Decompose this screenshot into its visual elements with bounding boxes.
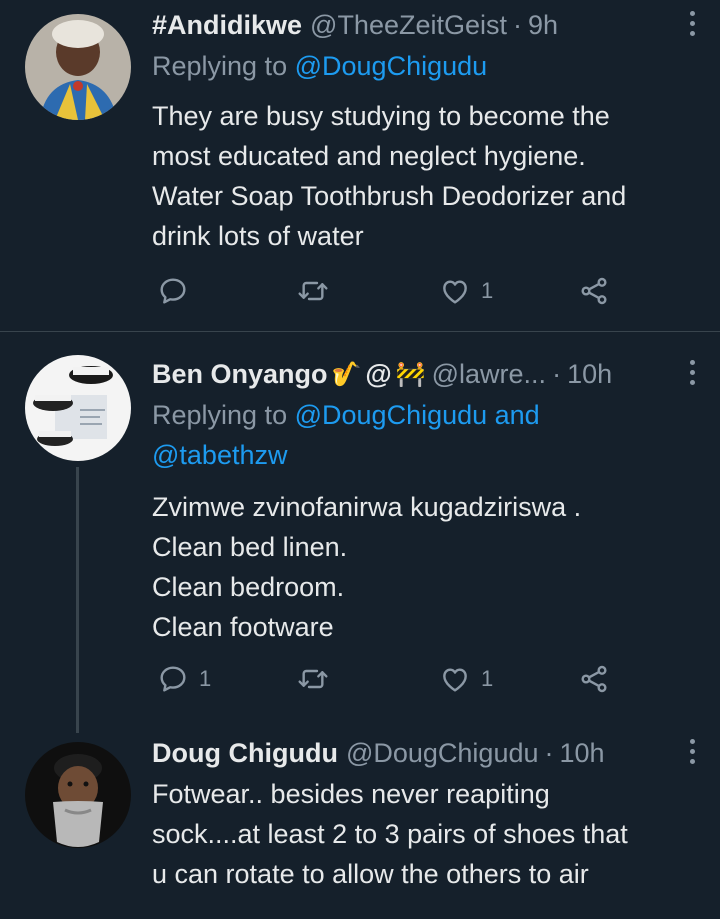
tweet-text-line: They are busy studying to become the xyxy=(152,101,610,131)
tweet-3[interactable]: Doug Chigudu @DougChigudu · 10h Fotwear.… xyxy=(0,732,720,919)
display-name[interactable]: Ben Onyango xyxy=(152,359,328,390)
share-icon xyxy=(581,277,607,305)
tweet-header: Doug Chigudu @DougChigudu · 10h xyxy=(152,732,700,774)
retweet-icon xyxy=(298,669,328,689)
tweet-text-line: drink lots of water xyxy=(152,221,364,251)
tweet-text-line: Water Soap Toothbrush Deodorizer and xyxy=(152,181,627,211)
reply-button[interactable]: 1 xyxy=(157,659,211,699)
tweet-2[interactable]: Ben Onyango 🎷 @ 🚧 @lawre... · 10h Replyi… xyxy=(0,332,720,733)
timestamp[interactable]: 9h xyxy=(528,10,558,41)
display-name-suffix: @ xyxy=(365,358,392,389)
tweet-actions: 1 1 xyxy=(152,659,632,699)
reply-count: 1 xyxy=(199,666,212,691)
replying-to-link[interactable]: @tabethzw xyxy=(152,435,700,475)
avatar-image xyxy=(25,355,131,461)
thread-line xyxy=(76,467,79,733)
tweet-text-line: Clean footware xyxy=(152,612,334,642)
tweet-text-line: sock....at least 2 to 3 pairs of shoes t… xyxy=(152,819,628,849)
separator-dot: · xyxy=(513,9,523,40)
like-button[interactable]: 1 xyxy=(439,271,493,311)
more-options-icon[interactable] xyxy=(684,734,700,772)
separator-dot: · xyxy=(552,358,562,389)
display-name[interactable]: Doug Chigudu xyxy=(152,738,338,769)
tweet-text: Fotwear.. besides never reapiting sock..… xyxy=(152,774,700,894)
retweet-button[interactable] xyxy=(297,659,339,699)
heart-icon xyxy=(443,668,467,692)
like-count: 1 xyxy=(481,278,494,303)
share-button[interactable] xyxy=(578,271,610,311)
like-count: 1 xyxy=(481,666,494,691)
avatar-image xyxy=(25,14,131,120)
tweet-header: Ben Onyango 🎷 @ 🚧 @lawre... · 10h xyxy=(152,353,700,395)
avatar[interactable] xyxy=(25,355,131,461)
tweet-text: Zvimwe zvinofanirwa kugadziriswa . Clean… xyxy=(152,487,700,647)
display-name[interactable]: #Andidikwe xyxy=(152,10,302,41)
tweet-text-line: Zvimwe zvinofanirwa kugadziriswa . xyxy=(152,492,582,522)
timestamp[interactable]: 10h xyxy=(560,738,605,769)
more-options-icon[interactable] xyxy=(684,6,700,44)
reply-button[interactable] xyxy=(157,271,199,311)
replying-to: Replying to @DougChigudu xyxy=(152,46,700,86)
retweet-button[interactable] xyxy=(297,271,339,311)
tweet-text-line: most educated and neglect hygiene. xyxy=(152,141,586,171)
tweet-text-line: u can rotate to allow the others to air xyxy=(152,859,589,889)
construction-emoji-icon: 🚧 xyxy=(395,360,426,388)
avatar[interactable] xyxy=(25,14,131,120)
tweet-text: They are busy studying to become the mos… xyxy=(152,96,700,256)
tweet-actions: 1 xyxy=(152,271,632,311)
tweet-text-line: Fotwear.. besides never reapiting xyxy=(152,779,550,809)
separator-dot: · xyxy=(544,737,554,768)
reply-icon xyxy=(160,666,186,692)
replying-prefix: Replying to xyxy=(152,51,288,81)
avatar[interactable] xyxy=(25,742,131,848)
saxophone-emoji-icon: 🎷 xyxy=(331,360,362,388)
tweet-text-line: Clean bed linen. xyxy=(152,532,348,562)
heart-icon xyxy=(443,280,467,304)
retweet-icon xyxy=(298,281,328,301)
replying-to-link[interactable]: @DougChigudu and xyxy=(295,400,540,430)
share-icon xyxy=(581,665,607,693)
share-button[interactable] xyxy=(578,659,610,699)
like-button[interactable]: 1 xyxy=(439,659,493,699)
replying-to: Replying to @DougChigudu and @tabethzw xyxy=(152,395,700,475)
avatar-image xyxy=(25,742,131,848)
user-handle[interactable]: @DougChigudu xyxy=(346,738,539,769)
more-options-icon[interactable] xyxy=(684,355,700,393)
user-handle[interactable]: @lawre... xyxy=(432,359,546,390)
reply-icon xyxy=(160,278,186,304)
replying-prefix: Replying to xyxy=(152,400,288,430)
timestamp[interactable]: 10h xyxy=(567,359,612,390)
replying-to-link[interactable]: @DougChigudu xyxy=(295,51,488,81)
tweet-1[interactable]: #Andidikwe @TheeZeitGeist · 9h Replying … xyxy=(0,0,720,330)
tweet-header: #Andidikwe @TheeZeitGeist · 9h xyxy=(152,4,700,46)
user-handle[interactable]: @TheeZeitGeist xyxy=(310,10,507,41)
tweet-text-line: Clean bedroom. xyxy=(152,572,345,602)
